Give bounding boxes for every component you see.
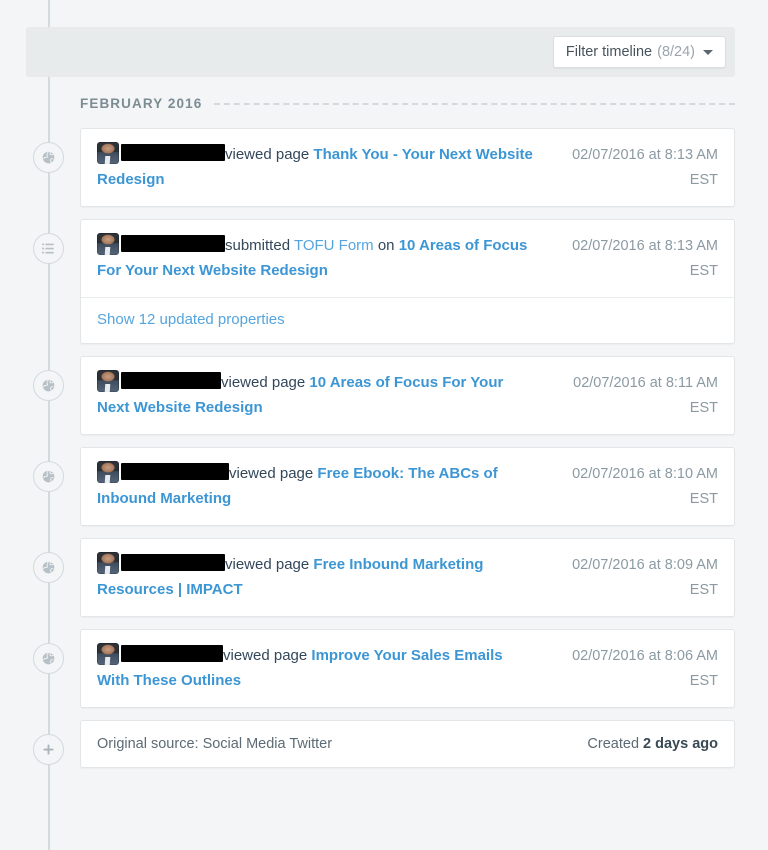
created-prefix: Created	[587, 736, 643, 752]
redacted-contact-name	[121, 463, 229, 480]
filter-timeline-count: (8/24)	[657, 44, 695, 60]
avatar	[97, 233, 119, 255]
event-timestamp: 02/07/2016 at 8:13 AM EST	[546, 234, 718, 284]
original-source-card: Original source: Social Media Twitter Cr…	[80, 720, 735, 768]
list-icon	[33, 233, 64, 264]
timeline-row: viewed page 10 Areas of Focus For Your N…	[0, 356, 768, 435]
globe-icon	[33, 142, 64, 173]
event-timestamp: 02/07/2016 at 8:09 AM EST	[546, 553, 718, 603]
timeline-event-card[interactable]: viewed page Improve Your Sales Emails Wi…	[80, 629, 735, 708]
redacted-contact-name	[121, 235, 225, 252]
avatar	[97, 142, 119, 164]
event-sub-row: Show 12 updated properties	[81, 297, 734, 343]
event-timestamp: 02/07/2016 at 8:10 AM EST	[546, 462, 718, 512]
redacted-contact-name	[121, 144, 225, 161]
timeline-event-card[interactable]: submitted TOFU Form on 10 Areas of Focus…	[80, 219, 735, 344]
event-verb: viewed page	[225, 146, 309, 163]
filter-timeline-button[interactable]: Filter timeline (8/24)	[553, 36, 726, 68]
event-main: viewed page Improve Your Sales Emails Wi…	[81, 630, 734, 707]
created-text: Created 2 days ago	[587, 736, 718, 752]
event-verb: submitted	[225, 237, 290, 254]
event-timestamp: 02/07/2016 at 8:13 AM EST	[546, 143, 718, 193]
globe-icon	[33, 643, 64, 674]
redacted-contact-name	[121, 372, 221, 389]
globe-icon	[33, 370, 64, 401]
event-verb: viewed page	[223, 647, 307, 664]
timeline-row: submitted TOFU Form on 10 Areas of Focus…	[0, 219, 768, 344]
original-source-text: Original source: Social Media Twitter	[97, 736, 332, 752]
globe-icon	[33, 461, 64, 492]
event-main: viewed page 10 Areas of Focus For Your N…	[81, 357, 734, 434]
event-verb: viewed page	[225, 556, 309, 573]
event-main: viewed page Thank You - Your Next Websit…	[81, 129, 734, 206]
event-timestamp: 02/07/2016 at 8:06 AM EST	[546, 644, 718, 694]
timeline-list: viewed page Thank You - Your Next Websit…	[0, 128, 768, 780]
event-verb: viewed page	[221, 374, 305, 391]
month-divider: FEBRUARY 2016	[80, 96, 735, 111]
event-timestamp: 02/07/2016 at 8:11 AM EST	[546, 371, 718, 421]
filter-timeline-label: Filter timeline	[566, 44, 652, 60]
timeline-event-card[interactable]: viewed page Thank You - Your Next Websit…	[80, 128, 735, 207]
event-connector: on	[378, 237, 395, 254]
avatar	[97, 643, 119, 665]
timeline-event-card[interactable]: viewed page Free Inbound Marketing Resou…	[80, 538, 735, 617]
globe-icon	[33, 552, 64, 583]
timeline-toolbar: Filter timeline (8/24)	[26, 27, 735, 77]
timeline-row: viewed page Free Inbound Marketing Resou…	[0, 538, 768, 617]
avatar	[97, 552, 119, 574]
avatar	[97, 461, 119, 483]
show-updated-properties-link[interactable]: Show 12 updated properties	[97, 311, 285, 328]
created-value: 2 days ago	[643, 736, 718, 752]
event-main: viewed page Free Inbound Marketing Resou…	[81, 539, 734, 616]
timeline-row-footer: Original source: Social Media Twitter Cr…	[0, 720, 768, 768]
month-label: FEBRUARY 2016	[80, 96, 202, 111]
event-verb: viewed page	[229, 465, 313, 482]
event-main: viewed page Free Ebook: The ABCs of Inbo…	[81, 448, 734, 525]
timeline-event-card[interactable]: viewed page 10 Areas of Focus For Your N…	[80, 356, 735, 435]
event-main: submitted TOFU Form on 10 Areas of Focus…	[81, 220, 734, 297]
timeline-row: viewed page Free Ebook: The ABCs of Inbo…	[0, 447, 768, 526]
event-form-link[interactable]: TOFU Form	[294, 237, 374, 254]
plus-icon	[33, 734, 64, 765]
timeline-event-card[interactable]: viewed page Free Ebook: The ABCs of Inbo…	[80, 447, 735, 526]
month-divider-rule	[214, 103, 735, 105]
contact-timeline-page: Filter timeline (8/24) FEBRUARY 2016	[0, 0, 768, 850]
timeline-row: viewed page Improve Your Sales Emails Wi…	[0, 629, 768, 708]
timeline-row: viewed page Thank You - Your Next Websit…	[0, 128, 768, 207]
redacted-contact-name	[121, 554, 225, 571]
chevron-down-icon	[703, 50, 713, 55]
avatar	[97, 370, 119, 392]
redacted-contact-name	[121, 645, 223, 662]
